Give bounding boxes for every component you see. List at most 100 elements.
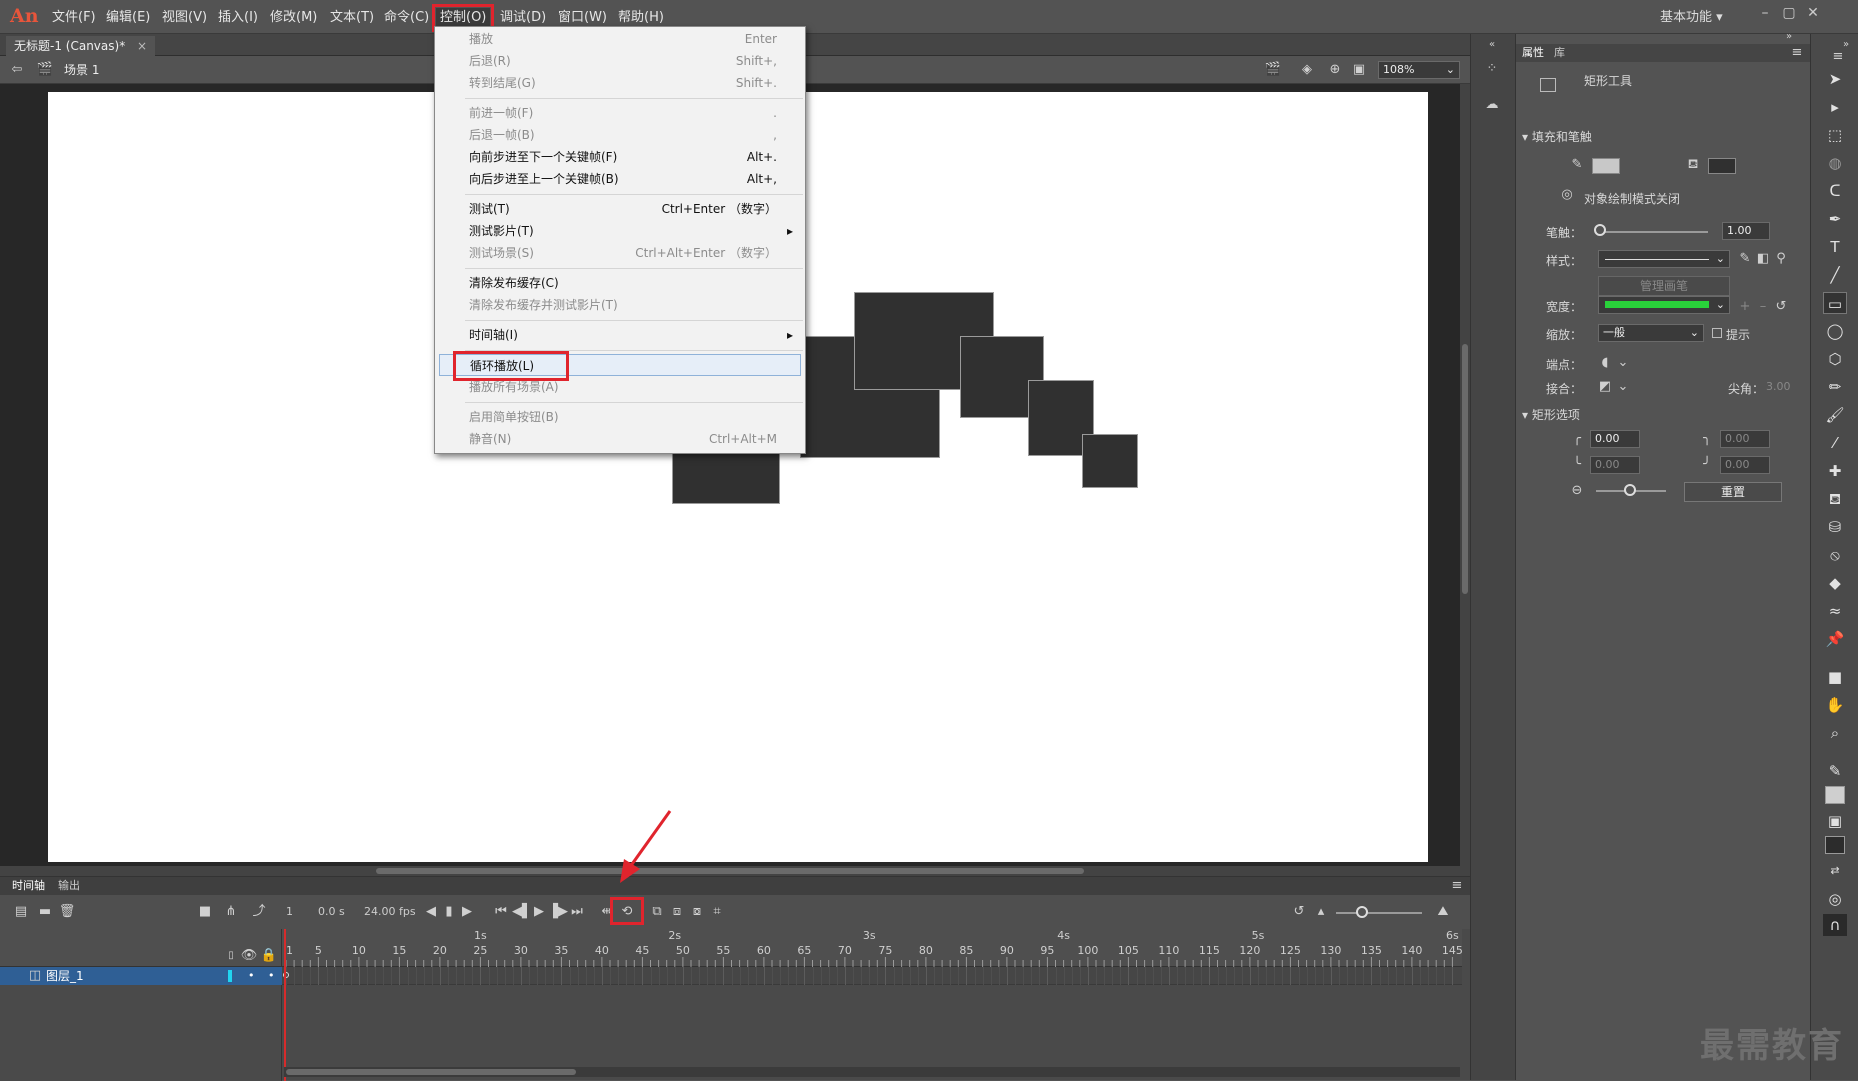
width-tool-icon[interactable]: ≈ <box>1823 600 1847 622</box>
brush-tool-icon[interactable]: ⁄ <box>1823 432 1847 454</box>
chevron-down-icon[interactable]: ⌄ <box>1614 354 1632 372</box>
style-select[interactable]: ⌄ <box>1598 250 1730 268</box>
stroke-color-chip[interactable] <box>1825 786 1845 804</box>
menu-item-play-all-scenes[interactable]: 播放所有场景(A) <box>469 376 799 398</box>
timeline-ruler[interactable]: 1 5 10 15 20 25 30 35 40 45 50 55 60 65 70 75 80 85 90 95 10… <box>282 929 1462 967</box>
tab-library[interactable]: 库 <box>1554 44 1565 62</box>
menu-item-play[interactable]: 播放 Enter <box>469 28 799 50</box>
rectangle-options-section[interactable]: ▾ 矩形选项 <box>1522 406 1580 423</box>
step-forward-icon[interactable]: ▐▶ <box>548 903 568 921</box>
menu-text[interactable]: 文本(T) <box>326 8 378 28</box>
pencil-tool-icon[interactable]: ✏ <box>1823 376 1847 398</box>
menu-item-step-forward[interactable]: 前进一帧(F). <box>469 102 799 124</box>
go-to-first-icon[interactable]: ⏮ <box>492 903 510 921</box>
menu-modify[interactable]: 修改(M) <box>266 8 321 28</box>
layer-name[interactable]: 图层_1 <box>46 967 84 985</box>
cap-style-icon[interactable]: ◖ <box>1596 354 1614 372</box>
fill-color-chip[interactable] <box>1825 836 1845 854</box>
new-layer-icon[interactable]: ▤ <box>12 903 30 921</box>
current-frame[interactable]: 1 <box>286 903 293 921</box>
layer-row[interactable]: ◫ 图层_1 • • <box>0 967 282 985</box>
frame-cells[interactable] <box>282 967 1462 985</box>
frame-size-knob[interactable] <box>1356 906 1368 918</box>
stroke-options-icon[interactable]: ⚲ <box>1772 250 1790 268</box>
outline-toggle-icon[interactable]: ▯ <box>222 947 240 965</box>
menu-item-test-scene[interactable]: 测试场景(S) Ctrl+Alt+Enter （数字） <box>469 242 799 264</box>
object-drawing-icon[interactable]: ◎ <box>1823 888 1847 910</box>
maximize-icon[interactable]: ▢ <box>1776 4 1802 22</box>
menu-item-enable-simple-buttons[interactable]: 启用简单按钮(B) <box>469 406 799 428</box>
prev-keyframe-icon[interactable]: ◀ <box>422 903 440 921</box>
stage-vertical-scrollbar[interactable] <box>1460 84 1470 866</box>
menu-item-go-to-end[interactable]: 转到结尾(G) Shift+. <box>469 72 799 94</box>
clip-stage-icon[interactable]: ▣ <box>1350 61 1368 79</box>
zoom-in-frames-icon[interactable]: ⛰ <box>1434 903 1452 921</box>
menu-debug[interactable]: 调试(D) <box>496 8 550 28</box>
menu-edit[interactable]: 编辑(E) <box>102 8 154 28</box>
manage-brush-button[interactable]: 管理画笔 <box>1598 276 1730 296</box>
selection-tool-icon[interactable]: ➤ <box>1823 68 1847 90</box>
menu-item-test-movie[interactable]: 测试影片(T) ▸ <box>469 220 799 242</box>
close-icon[interactable]: ✕ <box>1800 4 1826 22</box>
graph-icon[interactable]: ⤴ <box>250 903 268 921</box>
text-tool-icon[interactable]: T <box>1823 236 1847 258</box>
scale-select[interactable]: 一般 ⌄ <box>1598 324 1704 342</box>
visibility-dot[interactable]: • <box>248 967 255 985</box>
edit-multiple-frames-icon[interactable]: ⧇ <box>688 903 706 921</box>
stroke-color-icon[interactable]: ✎ <box>1823 760 1847 782</box>
timeline-scrollbar[interactable] <box>284 1067 1460 1077</box>
join-style-icon[interactable]: ◩ <box>1596 378 1614 396</box>
corner-bottom-left-field[interactable]: 0.00 <box>1590 456 1640 474</box>
center-stage-icon[interactable]: ⊕ <box>1326 61 1344 79</box>
corner-top-left-field[interactable]: 0.00 <box>1590 430 1640 448</box>
workspace-selector[interactable]: 基本功能 ▾ <box>1660 8 1742 28</box>
menu-item-next-keyframe[interactable]: 向前步进至下一个关键帧(F) Alt+. <box>469 146 799 168</box>
stage-horizontal-scrollbar[interactable] <box>0 866 1470 876</box>
panel-menu-icon[interactable]: ≡ <box>1448 877 1466 895</box>
add-width-icon[interactable]: + <box>1736 298 1754 316</box>
menu-item-clear-cache-test[interactable]: 清除发布缓存并测试影片(T) <box>469 294 799 316</box>
width-profile-select[interactable]: ⌄ <box>1598 296 1730 314</box>
stroke-slider[interactable] <box>1598 231 1708 233</box>
layer-depth-icon[interactable]: ⋔ <box>222 903 240 921</box>
menu-control[interactable]: 控制(O) <box>431 4 495 32</box>
rectangle-tool-icon[interactable]: ▭ <box>1823 292 1847 314</box>
corner-radius-knob[interactable] <box>1624 484 1636 496</box>
panel-menu-icon[interactable]: ≡ <box>1829 48 1847 66</box>
3d-rotation-tool-icon[interactable]: ◍ <box>1823 152 1847 174</box>
menu-help[interactable]: 帮助(H) <box>614 8 668 28</box>
menu-item-rewind[interactable]: 后退(R) Shift+, <box>469 50 799 72</box>
corner-bottom-right-field[interactable]: 0.00 <box>1720 456 1770 474</box>
menu-item-test[interactable]: 测试(T) Ctrl+Enter （数字） <box>469 198 799 220</box>
paint-bucket-tool-icon[interactable]: ⛾ <box>1823 488 1847 510</box>
frame-rate[interactable]: 24.00 fps <box>364 903 416 921</box>
lasso-tool-icon[interactable]: ᑕ <box>1823 180 1847 202</box>
cc-libraries-icon[interactable]: ☁ <box>1483 96 1501 114</box>
tab-timeline[interactable]: 时间轴 <box>12 877 45 897</box>
eyedropper-tool-icon[interactable]: ⦸ <box>1823 544 1847 566</box>
panel-menu-icon[interactable]: ≡ <box>1788 44 1806 62</box>
expand-panels-icon[interactable]: « <box>1483 36 1501 54</box>
zoom-out-frames-icon[interactable]: ▴ <box>1312 903 1330 921</box>
remove-width-icon[interactable]: – <box>1754 298 1772 316</box>
polystar-tool-icon[interactable]: ⬡ <box>1823 348 1847 370</box>
menu-file[interactable]: 文件(F) <box>48 8 100 28</box>
menu-insert[interactable]: 插入(I) <box>214 8 262 28</box>
edit-symbol-icon[interactable]: ◈ <box>1298 61 1316 79</box>
eraser-tool-icon[interactable]: ◆ <box>1823 572 1847 594</box>
brush-library-icon[interactable]: ◧ <box>1754 250 1772 268</box>
rectangle-shape[interactable] <box>1082 434 1138 488</box>
menu-item-clear-publish-cache[interactable]: 清除发布缓存(C) <box>469 272 799 294</box>
menu-item-timeline[interactable]: 时间轴(I) ▸ <box>469 324 799 346</box>
stroke-color-swatch[interactable] <box>1592 158 1620 174</box>
play-icon[interactable]: ▶ <box>530 903 548 921</box>
onion-skin-icon[interactable]: ⧉ <box>648 903 666 921</box>
layer-color-marker[interactable] <box>228 970 232 982</box>
onion-outline-icon[interactable]: ⧈ <box>668 903 686 921</box>
edit-stroke-icon[interactable]: ✎ <box>1736 250 1754 268</box>
frame-size-slider[interactable] <box>1336 912 1422 914</box>
fill-stroke-section[interactable]: ▾ 填充和笔触 <box>1522 128 1592 145</box>
edit-scene-icon[interactable]: 🎬 <box>1264 61 1282 79</box>
oval-tool-icon[interactable]: ◯ <box>1823 320 1847 342</box>
next-keyframe-icon[interactable]: ▶ <box>458 903 476 921</box>
